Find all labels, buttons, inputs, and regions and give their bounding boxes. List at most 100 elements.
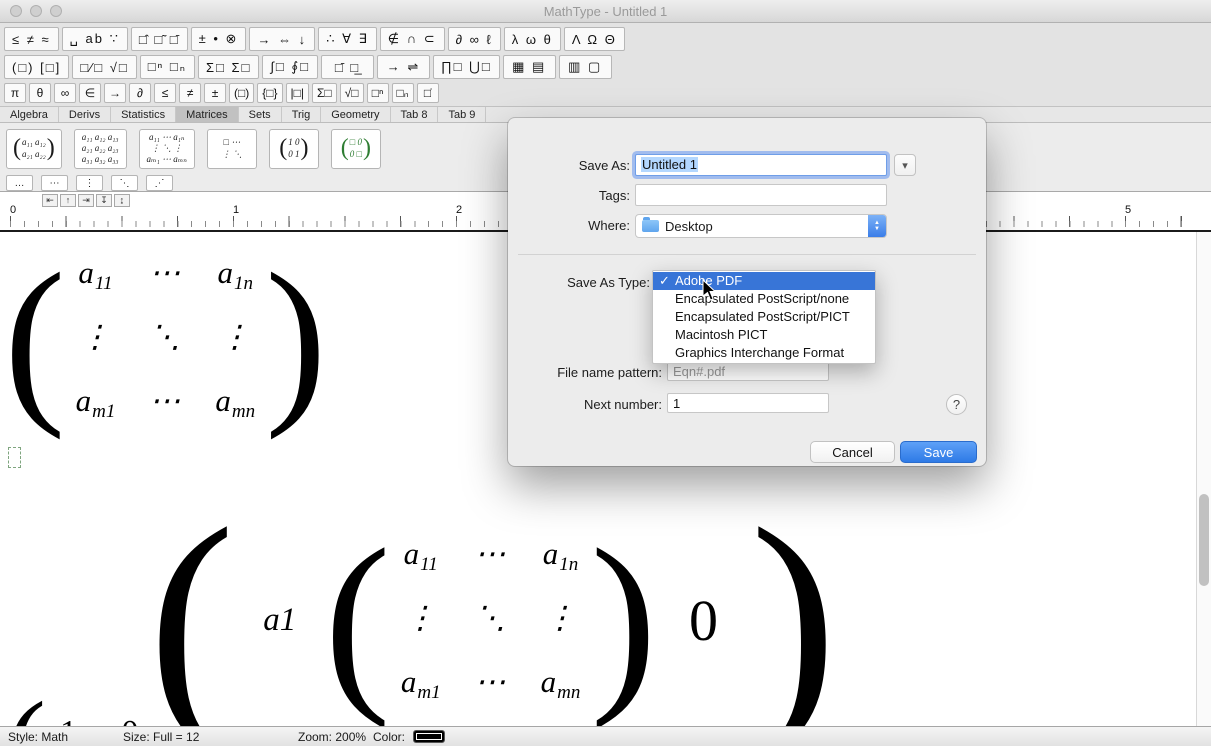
small-bar-button[interactable]: □̇ bbox=[417, 83, 439, 103]
matrix-cell[interactable]: ⋱ bbox=[149, 319, 181, 359]
small-bar-button[interactable]: Σ□ bbox=[312, 83, 337, 103]
matrix-cell[interactable]: ⋯ bbox=[475, 536, 507, 576]
matrix-cell[interactable]: amn bbox=[215, 383, 255, 423]
menu-item[interactable]: ✓ Adobe PDF bbox=[653, 272, 875, 290]
cancel-button[interactable]: Cancel bbox=[810, 441, 895, 463]
zoom-button[interactable] bbox=[50, 5, 62, 17]
menu-item[interactable]: Encapsulated PostScript/PICT bbox=[653, 308, 875, 326]
small-bar-button[interactable]: ± bbox=[204, 83, 226, 103]
matrix-equation-2[interactable]: ( a1 ( a11 ⋯ a1n ⋮ ⋱ ⋮ am1 ⋯ amn ) bbox=[148, 489, 837, 726]
matrix-cell[interactable]: a11 bbox=[78, 255, 112, 295]
small-bar-button[interactable]: {□} bbox=[257, 83, 282, 103]
palette-tab[interactable]: Algebra bbox=[0, 107, 59, 122]
dots-template-button[interactable]: ⋯ bbox=[41, 175, 68, 191]
matrix-cell[interactable]: a11 bbox=[404, 536, 438, 576]
symbol-palette-button[interactable]: Λ Ω Θ bbox=[564, 27, 625, 51]
symbol-palette-button[interactable]: ∉ ∩ ⊂ bbox=[380, 27, 445, 51]
template-palette-button[interactable]: (□) [□] bbox=[4, 55, 69, 79]
palette-tab[interactable]: Trig bbox=[282, 107, 322, 122]
small-bar-button[interactable]: ∈ bbox=[79, 83, 101, 103]
small-bar-button[interactable]: |□| bbox=[286, 83, 309, 103]
palette-tab[interactable]: Sets bbox=[239, 107, 282, 122]
matrix-cell[interactable]: a1n bbox=[543, 536, 579, 576]
where-popup[interactable]: Desktop ▲ ▼ bbox=[635, 214, 887, 238]
status-size[interactable]: Size: Full = 12 bbox=[123, 730, 298, 744]
status-style[interactable]: Style: Math bbox=[8, 730, 123, 744]
matrix-cell[interactable]: ⋯ bbox=[149, 255, 181, 295]
matrix-template-button[interactable]: □ ⋯ ⋮ ⋱ bbox=[207, 129, 257, 169]
tags-field[interactable] bbox=[635, 184, 887, 206]
palette-tab[interactable]: Tab 9 bbox=[438, 107, 486, 122]
matrix-cell[interactable]: ⋮ bbox=[79, 319, 111, 359]
matrix-equation-1[interactable]: ( a11 ⋯ a1n ⋮ ⋱ ⋮ am1 ⋯ amn ) bbox=[4, 246, 327, 431]
matrix-cell[interactable]: ⋯ bbox=[475, 664, 507, 704]
template-palette-button[interactable]: ▥ ▢ bbox=[559, 55, 612, 79]
palette-tab[interactable]: Statistics bbox=[111, 107, 176, 122]
small-bar-button[interactable]: ≤ bbox=[154, 83, 176, 103]
small-bar-button[interactable]: √□ bbox=[340, 83, 364, 103]
status-zoom[interactable]: Zoom: 200% bbox=[298, 730, 373, 744]
help-button[interactable]: ? bbox=[946, 394, 967, 415]
minimize-button[interactable] bbox=[30, 5, 42, 17]
template-palette-button[interactable]: ▦ ▤ bbox=[503, 55, 556, 79]
save-as-field[interactable]: Untitled 1 bbox=[635, 154, 887, 176]
scrollbar-thumb[interactable] bbox=[1199, 494, 1209, 586]
dots-template-button[interactable]: ⋮ bbox=[76, 175, 103, 191]
matrix-cell[interactable]: ⋮ bbox=[219, 319, 251, 359]
palette-tab[interactable]: Derivs bbox=[59, 107, 111, 122]
symbol-palette-button[interactable]: → ⇔ ↓ bbox=[249, 27, 315, 51]
matrix-template-button[interactable]: a₁₁ ⋯ a₁ₙ ⋮ ⋱ ⋮ aₘ₁ ⋯ aₘₙ bbox=[139, 129, 195, 169]
small-bar-button[interactable]: ∞ bbox=[54, 83, 76, 103]
small-bar-button[interactable]: ≠ bbox=[179, 83, 201, 103]
matrix-cell[interactable]: ⋮ bbox=[544, 600, 576, 640]
matrix-template-button[interactable]: ( □ 0 0 □ ) bbox=[331, 129, 381, 169]
file-name-pattern-field[interactable]: Eqn#.pdf bbox=[667, 361, 829, 381]
dots-template-button[interactable]: … bbox=[6, 175, 33, 191]
dots-template-button[interactable]: ⋱ bbox=[111, 175, 138, 191]
matrix-cell[interactable]: ⋯ bbox=[149, 383, 181, 423]
a1-term[interactable]: a1 bbox=[263, 602, 296, 639]
symbol-palette-button[interactable]: ∴ ∀ ∃ bbox=[318, 27, 377, 51]
small-bar-button[interactable]: □ₙ bbox=[392, 83, 414, 103]
symbol-palette-button[interactable]: □̂ □̃ □̄ bbox=[131, 27, 188, 51]
symbol-palette-button[interactable]: ␣ ab ∵ bbox=[62, 27, 128, 51]
template-palette-button[interactable]: Σ□ Σ□ bbox=[198, 55, 259, 79]
small-bar-button[interactable]: θ bbox=[29, 83, 51, 103]
save-button[interactable]: Save bbox=[900, 441, 977, 463]
small-bar-button[interactable]: ∂ bbox=[129, 83, 151, 103]
small-bar-button[interactable]: □ⁿ bbox=[367, 83, 389, 103]
template-palette-button[interactable]: □∕□ √□ bbox=[72, 55, 136, 79]
matrix-cell[interactable]: ⋱ bbox=[475, 600, 507, 640]
matrix-cell[interactable]: am1 bbox=[76, 383, 116, 423]
symbol-palette-button[interactable]: ± • ⊗ bbox=[191, 27, 247, 51]
dots-template-button[interactable]: ⋰ bbox=[146, 175, 173, 191]
vertical-scrollbar[interactable] bbox=[1196, 232, 1211, 726]
menu-item[interactable]: Encapsulated PostScript/none bbox=[653, 290, 875, 308]
zero-term[interactable]: 0 bbox=[689, 587, 718, 654]
symbol-palette-button[interactable]: λ ω θ bbox=[504, 27, 561, 51]
template-palette-button[interactable]: □ⁿ □ₙ bbox=[140, 55, 195, 79]
menu-item[interactable]: Macintosh PICT bbox=[653, 326, 875, 344]
template-palette-button[interactable]: → ⇌ bbox=[377, 55, 430, 79]
expand-dialog-button[interactable]: ▾ bbox=[894, 154, 916, 176]
template-palette-button[interactable]: ∏□ ⋃□ bbox=[433, 55, 500, 79]
symbol-palette-button[interactable]: ∂ ∞ ℓ bbox=[448, 27, 501, 51]
matrix-cell[interactable]: ⋮ bbox=[405, 600, 437, 640]
palette-tab[interactable]: Matrices bbox=[176, 107, 239, 122]
empty-slot[interactable] bbox=[8, 447, 21, 468]
palette-tab[interactable]: Tab 8 bbox=[391, 107, 439, 122]
palette-tab[interactable]: Geometry bbox=[321, 107, 390, 122]
matrix-template-button[interactable]: ( 1 0 0 1 ) bbox=[269, 129, 319, 169]
template-palette-button[interactable]: □̄ □̲ bbox=[321, 55, 374, 79]
small-bar-button[interactable]: (□) bbox=[229, 83, 254, 103]
matrix-cell[interactable]: am1 bbox=[401, 664, 441, 704]
close-button[interactable] bbox=[10, 5, 22, 17]
small-bar-button[interactable]: π bbox=[4, 83, 26, 103]
popup-stepper[interactable]: ▲ ▼ bbox=[868, 215, 886, 237]
template-palette-button[interactable]: ∫□ ∮□ bbox=[262, 55, 318, 79]
matrix-cell[interactable]: a1n bbox=[217, 255, 253, 295]
partial-matrix-equation[interactable]: ( 1 0 bbox=[6, 684, 156, 726]
menu-item[interactable]: Graphics Interchange Format bbox=[653, 344, 875, 362]
symbol-palette-button[interactable]: ≤ ≠ ≈ bbox=[4, 27, 59, 51]
matrix-cell[interactable]: amn bbox=[541, 664, 581, 704]
